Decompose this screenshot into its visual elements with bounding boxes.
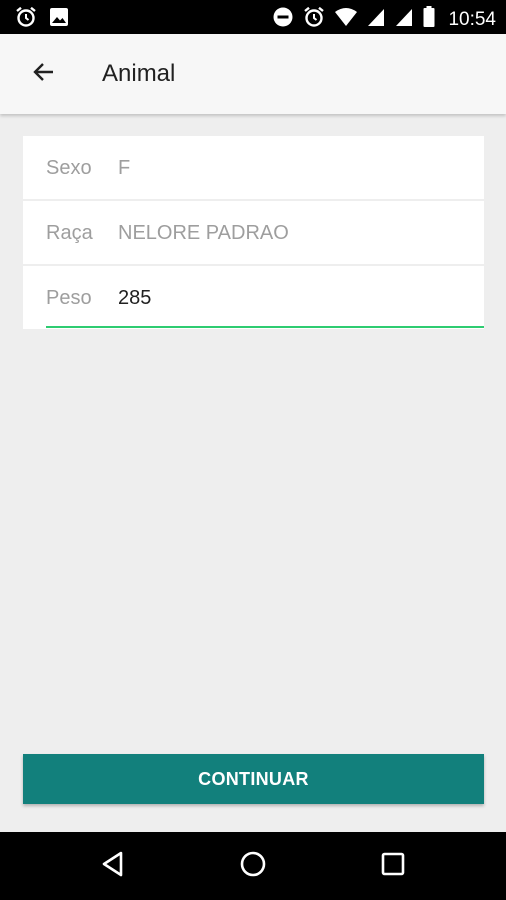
form-row-raca[interactable]: Raça NELORE PADRAO	[23, 201, 484, 265]
image-icon	[48, 6, 70, 33]
status-time: 10:54	[448, 8, 496, 30]
raca-label: Raça	[46, 222, 93, 244]
nav-back-button[interactable]	[91, 846, 135, 886]
home-circle-icon	[239, 850, 267, 883]
battery-icon	[422, 5, 436, 34]
animal-form-card: Sexo F Raça NELORE PADRAO Peso	[23, 136, 484, 329]
back-button[interactable]	[22, 54, 66, 94]
form-row-sexo[interactable]: Sexo F	[23, 136, 484, 200]
peso-label: Peso	[46, 287, 92, 309]
arrow-back-icon	[31, 59, 57, 90]
status-right-icons: 10:54	[272, 5, 496, 34]
page-title: Animal	[102, 60, 176, 87]
signal-icon	[394, 6, 414, 33]
status-left-icons	[14, 5, 70, 34]
back-triangle-icon	[100, 850, 126, 883]
form-row-peso[interactable]: Peso	[23, 266, 484, 330]
continue-button[interactable]: CONTINUAR	[23, 754, 484, 804]
do-not-disturb-icon	[272, 6, 294, 33]
navigation-bar	[0, 832, 506, 900]
status-bar: 10:54	[0, 0, 506, 34]
signal-icon	[366, 6, 386, 33]
peso-input[interactable]	[118, 282, 458, 314]
wifi-icon	[334, 6, 358, 33]
alarm-icon	[14, 5, 38, 34]
alarm-icon	[302, 5, 326, 34]
sexo-label: Sexo	[46, 157, 92, 179]
sexo-value[interactable]: F	[118, 155, 130, 181]
nav-recents-button[interactable]	[371, 846, 415, 886]
recents-square-icon	[380, 851, 406, 882]
app-bar: Animal	[0, 34, 506, 114]
raca-value[interactable]: NELORE PADRAO	[118, 220, 289, 246]
nav-home-button[interactable]	[231, 846, 275, 886]
peso-focus-underline	[46, 326, 484, 328]
